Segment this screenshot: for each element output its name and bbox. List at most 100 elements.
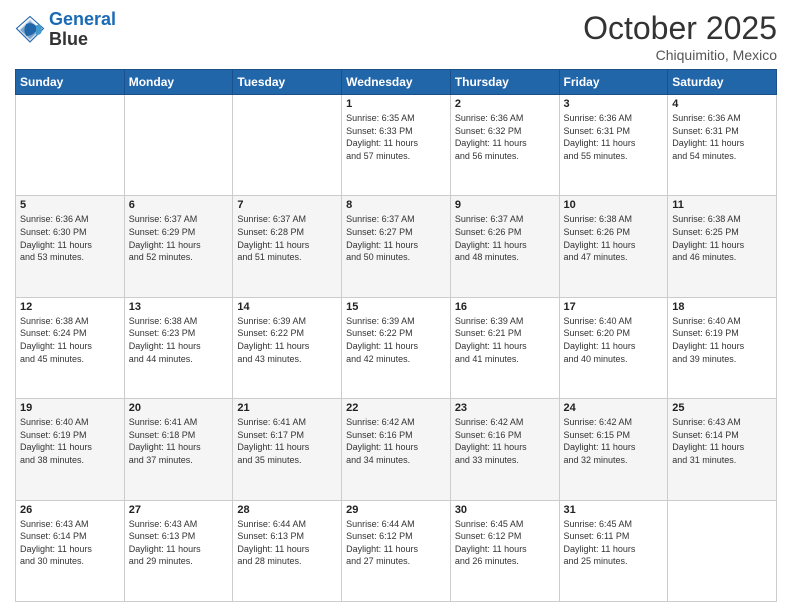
day-number: 17 [564, 301, 664, 313]
calendar-day-cell: 13 Sunrise: 6:38 AM Sunset: 6:23 PM Dayli… [124, 297, 233, 398]
day-info: Sunrise: 6:38 AM Sunset: 6:25 PM Dayligh… [672, 213, 772, 263]
day-number: 25 [672, 402, 772, 414]
day-number: 22 [346, 402, 446, 414]
day-info: Sunrise: 6:37 AM Sunset: 6:26 PM Dayligh… [455, 213, 555, 263]
calendar-day-cell: 28Sunrise: 6:44 AM Sunset: 6:13 PM Dayli… [233, 500, 342, 601]
logo-line2: Blue [49, 30, 116, 50]
calendar-day-cell: 26 Sunrise: 6:43 AM Sunset: 6:14 PM Dayli… [16, 500, 125, 601]
day-number: 13 [129, 301, 229, 313]
day-info: Sunrise: 6:42 AM Sunset: 6:16 PM Dayligh… [455, 416, 555, 466]
day-info: Sunrise: 6:36 AM Sunset: 6:32 PM Dayligh… [455, 112, 555, 162]
calendar-day-cell: 15 Sunrise: 6:39 AM Sunset: 6:22 PM Dayli… [342, 297, 451, 398]
calendar-day-cell: 1 Sunrise: 6:35 AM Sunset: 6:33 PM Daylig… [342, 95, 451, 196]
day-info: Sunrise: 6:45 AM Sunset: 6:11 PM Dayligh… [564, 518, 664, 568]
day-info: Sunrise: 6:44 AM Sunset: 6:13 PM Dayligh… [237, 518, 337, 568]
calendar-week-row: 1 Sunrise: 6:35 AM Sunset: 6:33 PM Daylig… [16, 95, 777, 196]
day-number: 15 [346, 301, 446, 313]
day-number: 9 [455, 199, 555, 211]
day-info: Sunrise: 6:37 AM Sunset: 6:29 PM Dayligh… [129, 213, 229, 263]
day-number: 4 [672, 98, 772, 110]
day-number: 3 [564, 98, 664, 110]
calendar-day-cell: 11 Sunrise: 6:38 AM Sunset: 6:25 PM Dayli… [668, 196, 777, 297]
calendar-week-row: 26 Sunrise: 6:43 AM Sunset: 6:14 PM Dayli… [16, 500, 777, 601]
month-title: October 2025 [583, 10, 777, 47]
calendar-day-cell: 20 Sunrise: 6:41 AM Sunset: 6:18 PM Dayli… [124, 399, 233, 500]
calendar-day-cell: 6 Sunrise: 6:37 AM Sunset: 6:29 PM Daylig… [124, 196, 233, 297]
day-info: Sunrise: 6:44 AM Sunset: 6:12 PM Dayligh… [346, 518, 446, 568]
day-info: Sunrise: 6:41 AM Sunset: 6:18 PM Dayligh… [129, 416, 229, 466]
day-info: Sunrise: 6:38 AM Sunset: 6:23 PM Dayligh… [129, 315, 229, 365]
calendar-day-cell: 27 Sunrise: 6:43 AM Sunset: 6:13 PM Dayli… [124, 500, 233, 601]
calendar-week-row: 19Sunrise: 6:40 AM Sunset: 6:19 PM Dayli… [16, 399, 777, 500]
weekday-header: Sunday [16, 70, 125, 95]
day-number: 14 [237, 301, 337, 313]
day-info: Sunrise: 6:35 AM Sunset: 6:33 PM Dayligh… [346, 112, 446, 162]
calendar-day-cell: 18 Sunrise: 6:40 AM Sunset: 6:19 PM Dayli… [668, 297, 777, 398]
logo-icon [15, 15, 45, 45]
day-number: 30 [455, 504, 555, 516]
day-info: Sunrise: 6:43 AM Sunset: 6:14 PM Dayligh… [20, 518, 120, 568]
day-info: Sunrise: 6:41 AM Sunset: 6:17 PM Dayligh… [237, 416, 337, 466]
calendar-day-cell: 12 Sunrise: 6:38 AM Sunset: 6:24 PM Dayli… [16, 297, 125, 398]
day-number: 26 [20, 504, 120, 516]
logo-text: General Blue [49, 10, 116, 50]
calendar-day-cell: 23 Sunrise: 6:42 AM Sunset: 6:16 PM Dayli… [450, 399, 559, 500]
day-info: Sunrise: 6:42 AM Sunset: 6:15 PM Dayligh… [564, 416, 664, 466]
calendar-day-cell: 8Sunrise: 6:37 AM Sunset: 6:27 PM Daylig… [342, 196, 451, 297]
day-info: Sunrise: 6:39 AM Sunset: 6:22 PM Dayligh… [237, 315, 337, 365]
logo-line1: General [49, 9, 116, 29]
calendar-day-cell: 2 Sunrise: 6:36 AM Sunset: 6:32 PM Daylig… [450, 95, 559, 196]
day-number: 11 [672, 199, 772, 211]
day-info: Sunrise: 6:40 AM Sunset: 6:19 PM Dayligh… [672, 315, 772, 365]
calendar-week-row: 12 Sunrise: 6:38 AM Sunset: 6:24 PM Dayli… [16, 297, 777, 398]
calendar-day-cell [124, 95, 233, 196]
calendar-day-cell: 29 Sunrise: 6:44 AM Sunset: 6:12 PM Dayli… [342, 500, 451, 601]
calendar: SundayMondayTuesdayWednesdayThursdayFrid… [15, 69, 777, 602]
day-info: Sunrise: 6:36 AM Sunset: 6:31 PM Dayligh… [672, 112, 772, 162]
header: General Blue October 2025 Chiquimitio, M… [15, 10, 777, 63]
calendar-day-cell: 9 Sunrise: 6:37 AM Sunset: 6:26 PM Daylig… [450, 196, 559, 297]
weekday-header: Wednesday [342, 70, 451, 95]
calendar-day-cell: 30 Sunrise: 6:45 AM Sunset: 6:12 PM Dayli… [450, 500, 559, 601]
day-number: 27 [129, 504, 229, 516]
calendar-day-cell: 21 Sunrise: 6:41 AM Sunset: 6:17 PM Dayli… [233, 399, 342, 500]
day-number: 21 [237, 402, 337, 414]
page: General Blue October 2025 Chiquimitio, M… [0, 0, 792, 612]
calendar-day-cell: 16Sunrise: 6:39 AM Sunset: 6:21 PM Dayli… [450, 297, 559, 398]
location-subtitle: Chiquimitio, Mexico [583, 47, 777, 63]
day-info: Sunrise: 6:45 AM Sunset: 6:12 PM Dayligh… [455, 518, 555, 568]
calendar-day-cell: 7 Sunrise: 6:37 AM Sunset: 6:28 PM Daylig… [233, 196, 342, 297]
day-info: Sunrise: 6:36 AM Sunset: 6:30 PM Dayligh… [20, 213, 120, 263]
day-info: Sunrise: 6:36 AM Sunset: 6:31 PM Dayligh… [564, 112, 664, 162]
day-number: 6 [129, 199, 229, 211]
day-number: 2 [455, 98, 555, 110]
day-info: Sunrise: 6:42 AM Sunset: 6:16 PM Dayligh… [346, 416, 446, 466]
day-number: 20 [129, 402, 229, 414]
day-number: 10 [564, 199, 664, 211]
weekday-header: Monday [124, 70, 233, 95]
day-number: 19 [20, 402, 120, 414]
day-number: 12 [20, 301, 120, 313]
day-info: Sunrise: 6:43 AM Sunset: 6:13 PM Dayligh… [129, 518, 229, 568]
day-info: Sunrise: 6:38 AM Sunset: 6:24 PM Dayligh… [20, 315, 120, 365]
calendar-day-cell [668, 500, 777, 601]
calendar-day-cell: 25Sunrise: 6:43 AM Sunset: 6:14 PM Dayli… [668, 399, 777, 500]
calendar-day-cell [233, 95, 342, 196]
day-info: Sunrise: 6:39 AM Sunset: 6:22 PM Dayligh… [346, 315, 446, 365]
day-info: Sunrise: 6:37 AM Sunset: 6:28 PM Dayligh… [237, 213, 337, 263]
calendar-day-cell: 19Sunrise: 6:40 AM Sunset: 6:19 PM Dayli… [16, 399, 125, 500]
day-number: 1 [346, 98, 446, 110]
day-number: 18 [672, 301, 772, 313]
calendar-day-cell: 31Sunrise: 6:45 AM Sunset: 6:11 PM Dayli… [559, 500, 668, 601]
weekday-header: Friday [559, 70, 668, 95]
calendar-day-cell: 5Sunrise: 6:36 AM Sunset: 6:30 PM Daylig… [16, 196, 125, 297]
title-block: October 2025 Chiquimitio, Mexico [583, 10, 777, 63]
day-info: Sunrise: 6:40 AM Sunset: 6:20 PM Dayligh… [564, 315, 664, 365]
calendar-day-cell: 10Sunrise: 6:38 AM Sunset: 6:26 PM Dayli… [559, 196, 668, 297]
logo: General Blue [15, 10, 116, 50]
day-info: Sunrise: 6:37 AM Sunset: 6:27 PM Dayligh… [346, 213, 446, 263]
day-number: 23 [455, 402, 555, 414]
day-info: Sunrise: 6:39 AM Sunset: 6:21 PM Dayligh… [455, 315, 555, 365]
day-number: 29 [346, 504, 446, 516]
day-number: 7 [237, 199, 337, 211]
